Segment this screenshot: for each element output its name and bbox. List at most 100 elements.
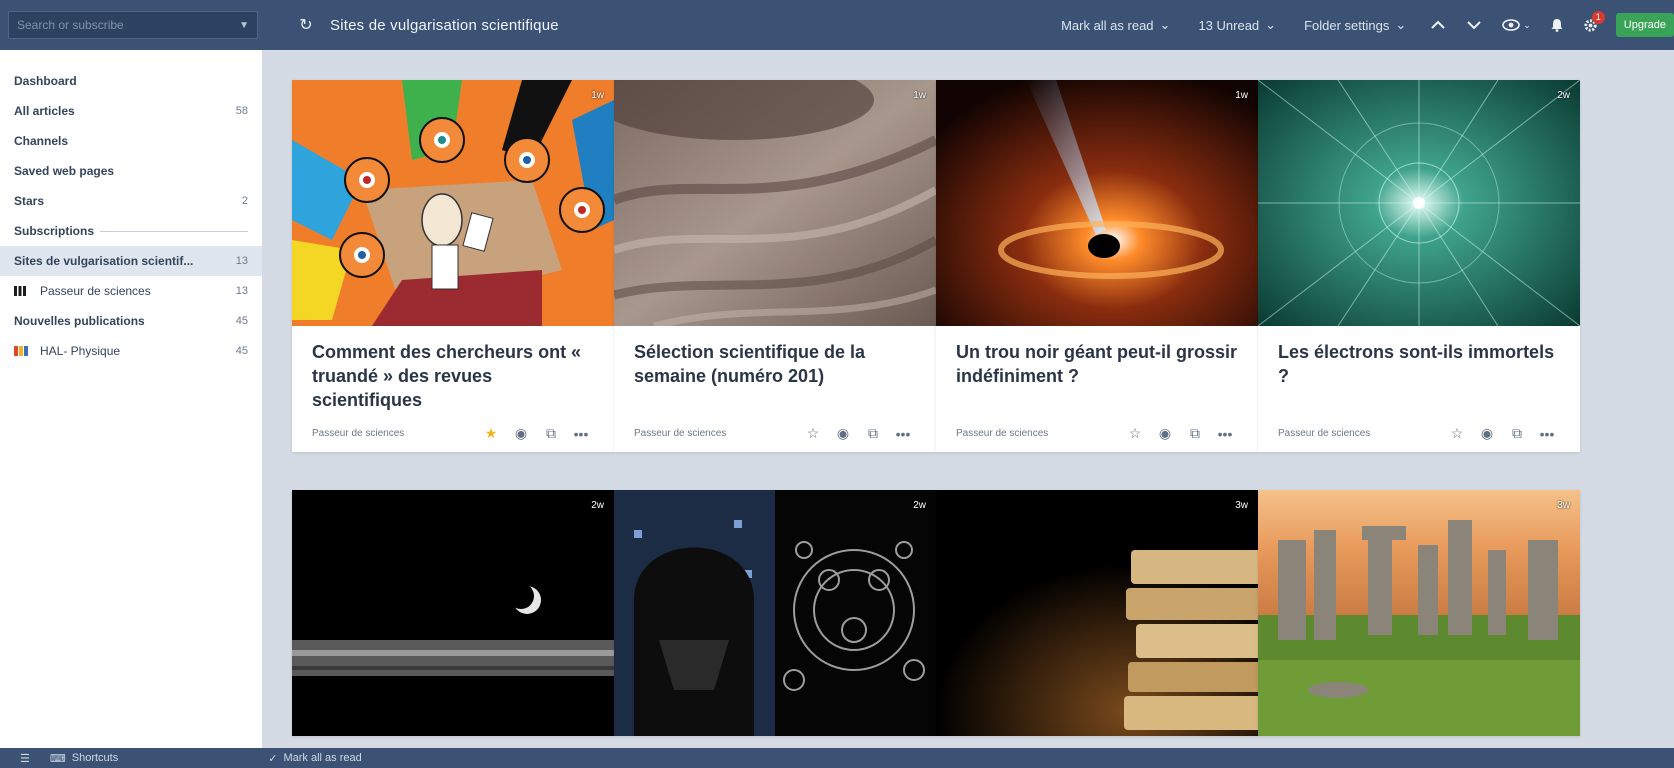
sidebar-item-label: Dashboard: [14, 74, 77, 88]
bottom-mark-all-read-button[interactable]: ✓ Mark all as read: [268, 752, 361, 765]
chevron-down-icon: ⌄: [1159, 17, 1171, 32]
more-icon[interactable]: •••: [1532, 426, 1562, 442]
mark-all-read-label: Mark all as read: [1061, 17, 1154, 33]
eye-icon[interactable]: ⌄: [1502, 19, 1531, 31]
star-icon[interactable]: ☆: [1442, 425, 1472, 442]
sidebar-item-stars[interactable]: Stars 2: [0, 186, 262, 216]
star-icon[interactable]: ☆: [798, 425, 828, 442]
sidebar-item-folder-vulgarisation[interactable]: Sites de vulgarisation scientif... 13: [0, 246, 262, 276]
chevron-down-icon: ⌄: [1395, 17, 1407, 32]
menu-icon[interactable]: ☰: [20, 752, 30, 765]
article-title[interactable]: Les électrons sont-ils immortels ?: [1278, 340, 1560, 388]
article-source[interactable]: Passeur de sciences: [956, 428, 1120, 439]
star-icon[interactable]: ☆: [1120, 425, 1150, 442]
article-thumbnail[interactable]: 1w: [292, 80, 614, 326]
sidebar-item-saved-web-pages[interactable]: Saved web pages: [0, 156, 262, 186]
subscriptions-header-label: Subscriptions: [14, 224, 95, 238]
sidebar-item-count: 13: [235, 285, 248, 297]
sidebar-item-dashboard[interactable]: Dashboard: [0, 66, 262, 96]
external-link-icon[interactable]: ⧉: [1180, 425, 1210, 442]
chevron-up-icon[interactable]: [1430, 20, 1446, 30]
article-card[interactable]: 1w Sélection scientifique de la semaine …: [614, 80, 936, 452]
gear-icon[interactable]: 1: [1583, 10, 1605, 33]
article-footer: Passeur de sciences ☆ ◉ ⧉ •••: [1278, 425, 1562, 442]
mark-all-read-button[interactable]: Mark all as read ⌄: [1061, 17, 1170, 33]
article-card[interactable]: 3w: [1258, 490, 1580, 736]
mark-read-icon[interactable]: ◉: [1472, 425, 1502, 442]
bell-icon[interactable]: [1551, 18, 1563, 32]
article-age: 1w: [913, 90, 926, 101]
article-title[interactable]: Un trou noir géant peut-il grossir indéf…: [956, 340, 1238, 388]
sidebar-item-channels[interactable]: Channels: [0, 126, 262, 156]
chevron-down-icon[interactable]: [1466, 20, 1482, 30]
article-thumbnail[interactable]: 1w: [936, 80, 1258, 326]
article-card[interactable]: 2w Les électrons sont-ils immortels ? Pa…: [1258, 80, 1580, 452]
star-icon[interactable]: ★: [476, 425, 506, 442]
external-link-icon[interactable]: ⧉: [1502, 425, 1532, 442]
hal-logo-icon: [14, 345, 28, 357]
article-body: Un trou noir géant peut-il grossir indéf…: [936, 326, 1258, 452]
sidebar-item-hal-physique[interactable]: HAL- Physique 45: [0, 336, 262, 366]
article-age: 2w: [1557, 90, 1570, 101]
sidebar-item-count: 13: [235, 255, 248, 267]
article-card[interactable]: 1w Comment des chercheurs ont « truandé …: [292, 80, 614, 452]
article-body: Comment des chercheurs ont « truandé » d…: [292, 326, 614, 452]
mark-read-icon[interactable]: ◉: [506, 425, 536, 442]
article-thumbnail[interactable]: 2w: [1258, 80, 1580, 326]
sidebar-item-all-articles[interactable]: All articles 58: [0, 96, 262, 126]
article-thumbnail[interactable]: 3w: [936, 490, 1258, 736]
top-actions: Mark all as read ⌄ 13 Unread ⌄ Folder se…: [1047, 0, 1674, 50]
more-icon[interactable]: •••: [1210, 426, 1240, 442]
article-grid: 1w Comment des chercheurs ont « truandé …: [262, 50, 1674, 748]
shortcuts-button[interactable]: ⌨ Shortcuts: [50, 752, 118, 765]
shortcuts-label: Shortcuts: [71, 752, 119, 764]
divider: [100, 230, 248, 232]
search-input[interactable]: [17, 18, 240, 32]
refresh-icon[interactable]: ↻: [292, 15, 320, 35]
sidebar-item-count: 2: [241, 195, 248, 207]
article-thumbnail[interactable]: 2w: [292, 490, 614, 736]
search-area: ▼: [0, 0, 262, 50]
sidebar-item-label: Channels: [14, 134, 69, 148]
article-thumbnail[interactable]: 1w: [614, 80, 936, 326]
subscriptions-header: Subscriptions: [0, 216, 262, 246]
article-source[interactable]: Passeur de sciences: [312, 428, 476, 439]
article-thumbnail[interactable]: 3w: [1258, 490, 1580, 736]
sidebar-item-passeur-de-sciences[interactable]: Passeur de sciences 13: [0, 276, 262, 306]
article-age: 2w: [913, 500, 926, 511]
article-thumbnail[interactable]: 2w: [614, 490, 936, 736]
sidebar-item-label: HAL- Physique: [40, 344, 121, 358]
sidebar-item-label: All articles: [14, 104, 75, 118]
upgrade-button[interactable]: Upgrade: [1615, 13, 1674, 37]
mark-read-icon[interactable]: ◉: [828, 425, 858, 442]
article-age: 1w: [591, 90, 604, 101]
external-link-icon[interactable]: ⧉: [858, 425, 888, 442]
article-age: 3w: [1557, 500, 1570, 511]
article-body: Sélection scientifique de la semaine (nu…: [614, 326, 936, 452]
unread-filter-button[interactable]: 13 Unread ⌄: [1198, 17, 1276, 33]
article-source[interactable]: Passeur de sciences: [634, 428, 798, 439]
article-card[interactable]: 2w: [614, 490, 936, 736]
article-card[interactable]: 3w: [936, 490, 1258, 736]
sidebar-item-label: Nouvelles publications: [14, 314, 145, 328]
article-title[interactable]: Sélection scientifique de la semaine (nu…: [634, 340, 916, 388]
sidebar-item-count: 58: [235, 105, 248, 117]
article-age: 1w: [1235, 90, 1248, 101]
chevron-down-icon[interactable]: ▼: [239, 20, 249, 31]
sidebar-item-nouvelles-publications[interactable]: Nouvelles publications 45: [0, 306, 262, 336]
folder-settings-button[interactable]: Folder settings ⌄: [1304, 17, 1406, 33]
article-card[interactable]: 1w Un trou noir géant peut-il grossir in…: [936, 80, 1258, 452]
bottom-bar: ☰ ⌨ Shortcuts ✓ Mark all as read: [0, 748, 1674, 768]
mark-read-icon[interactable]: ◉: [1150, 425, 1180, 442]
more-icon[interactable]: •••: [566, 426, 596, 442]
feed-logo-icon: [14, 285, 28, 297]
more-icon[interactable]: •••: [888, 426, 918, 442]
article-body: Les électrons sont-ils immortels ? Passe…: [1258, 326, 1580, 452]
article-source[interactable]: Passeur de sciences: [1278, 428, 1442, 439]
article-title[interactable]: Comment des chercheurs ont « truandé » d…: [312, 340, 594, 412]
search-box[interactable]: ▼: [8, 11, 258, 39]
sidebar-item-count: 45: [235, 315, 248, 327]
article-card[interactable]: 2w: [292, 490, 614, 736]
keyboard-icon: ⌨: [49, 752, 66, 765]
external-link-icon[interactable]: ⧉: [536, 425, 566, 442]
